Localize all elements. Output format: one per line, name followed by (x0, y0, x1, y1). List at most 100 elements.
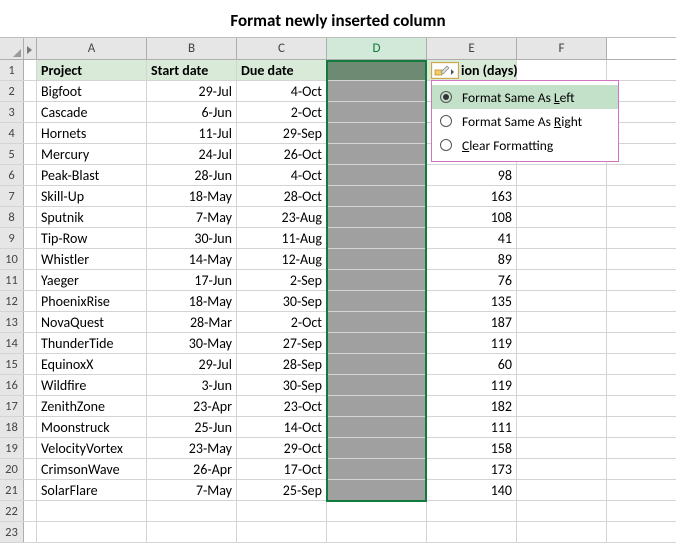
row-number[interactable]: 12 (0, 291, 24, 311)
cell-start-date[interactable]: 23-May (147, 438, 237, 458)
cell-f[interactable] (517, 354, 607, 374)
cell-project[interactable]: SolarFlare (37, 480, 147, 500)
cell-new-col[interactable] (327, 207, 427, 227)
cell-new-col[interactable] (327, 375, 427, 395)
cell-f[interactable] (517, 459, 607, 479)
select-all-corner[interactable] (0, 38, 24, 59)
cell-project[interactable]: ThunderTide (37, 333, 147, 353)
cell-start-date[interactable]: 28-Jun (147, 165, 237, 185)
row-number[interactable]: 9 (0, 228, 24, 248)
row-number[interactable]: 2 (0, 81, 24, 101)
cell-project[interactable]: Sputnik (37, 207, 147, 227)
header-project[interactable]: Project (37, 60, 147, 80)
row-number[interactable]: 13 (0, 312, 24, 332)
cell-start-date[interactable]: 18-May (147, 291, 237, 311)
header-new-col[interactable] (327, 60, 427, 80)
cell-start-date[interactable]: 18-May (147, 186, 237, 206)
cell[interactable] (147, 522, 237, 542)
cell-project[interactable]: Hornets (37, 123, 147, 143)
row-number[interactable]: 8 (0, 207, 24, 227)
cell-due-date[interactable]: 28-Oct (237, 186, 327, 206)
cell-new-col[interactable] (327, 459, 427, 479)
option-format-same-as-right[interactable]: Format Same As Right (432, 109, 618, 133)
cell-project[interactable]: NovaQuest (37, 312, 147, 332)
cell[interactable] (237, 522, 327, 542)
cell-start-date[interactable]: 3-Jun (147, 375, 237, 395)
cell-duration[interactable]: 163 (427, 186, 517, 206)
cell-start-date[interactable]: 30-Jun (147, 228, 237, 248)
cell-duration[interactable]: 89 (427, 249, 517, 269)
cell-due-date[interactable]: 14-Oct (237, 417, 327, 437)
row-number[interactable]: 11 (0, 270, 24, 290)
row-number[interactable]: 16 (0, 375, 24, 395)
cell-project[interactable]: CrimsonWave (37, 459, 147, 479)
cell-duration[interactable]: 98 (427, 165, 517, 185)
row-number[interactable]: 20 (0, 459, 24, 479)
cell-new-col[interactable] (327, 333, 427, 353)
cell[interactable] (237, 501, 327, 521)
col-header-E[interactable]: E (427, 38, 517, 59)
cell[interactable] (327, 501, 427, 521)
cell-new-col[interactable] (327, 417, 427, 437)
cell-due-date[interactable]: 30-Sep (237, 375, 327, 395)
cell-duration[interactable]: 108 (427, 207, 517, 227)
cell-start-date[interactable]: 26-Apr (147, 459, 237, 479)
cell-start-date[interactable]: 14-May (147, 249, 237, 269)
cell-start-date[interactable]: 7-May (147, 480, 237, 500)
col-header-D[interactable]: D (327, 38, 427, 59)
header-start-date[interactable]: Start date (147, 60, 237, 80)
cell-new-col[interactable] (327, 228, 427, 248)
cell-f[interactable] (517, 165, 607, 185)
cell-new-col[interactable] (327, 270, 427, 290)
header-due-date[interactable]: Due date (237, 60, 327, 80)
cell-project[interactable]: PhoenixRise (37, 291, 147, 311)
cell-start-date[interactable]: 29-Jul (147, 81, 237, 101)
cell-start-date[interactable]: 23-Apr (147, 396, 237, 416)
cell-duration[interactable]: 173 (427, 459, 517, 479)
col-header-F[interactable]: F (517, 38, 607, 59)
cell-f[interactable] (517, 438, 607, 458)
cell-project[interactable]: ZenithZone (37, 396, 147, 416)
option-clear-formatting[interactable]: Clear Formatting (432, 133, 618, 157)
cell-due-date[interactable]: 23-Oct (237, 396, 327, 416)
cell-new-col[interactable] (327, 81, 427, 101)
cell-due-date[interactable]: 4-Oct (237, 81, 327, 101)
cell[interactable] (37, 522, 147, 542)
cell-due-date[interactable]: 4-Oct (237, 165, 327, 185)
header-f[interactable] (517, 60, 607, 80)
cell-f[interactable] (517, 396, 607, 416)
cell-f[interactable] (517, 417, 607, 437)
cell-duration[interactable]: 111 (427, 417, 517, 437)
row-number[interactable]: 7 (0, 186, 24, 206)
cell-due-date[interactable]: 23-Aug (237, 207, 327, 227)
cell-project[interactable]: Cascade (37, 102, 147, 122)
row-expand-triangle[interactable] (24, 38, 37, 59)
cell-start-date[interactable]: 17-Jun (147, 270, 237, 290)
cell-duration[interactable]: 60 (427, 354, 517, 374)
cell[interactable] (427, 501, 517, 521)
cell[interactable] (427, 522, 517, 542)
col-header-B[interactable]: B (147, 38, 237, 59)
cell-duration[interactable]: 119 (427, 375, 517, 395)
cell-new-col[interactable] (327, 165, 427, 185)
cell-start-date[interactable]: 28-Mar (147, 312, 237, 332)
cell-new-col[interactable] (327, 438, 427, 458)
cell-new-col[interactable] (327, 144, 427, 164)
cell-due-date[interactable]: 26-Oct (237, 144, 327, 164)
cell-duration[interactable]: 135 (427, 291, 517, 311)
cell-due-date[interactable]: 28-Sep (237, 354, 327, 374)
row-number[interactable]: 21 (0, 480, 24, 500)
cell-start-date[interactable]: 7-May (147, 207, 237, 227)
cell-due-date[interactable]: 25-Sep (237, 480, 327, 500)
cell-start-date[interactable]: 6-Jun (147, 102, 237, 122)
cell-new-col[interactable] (327, 291, 427, 311)
cell-due-date[interactable]: 11-Aug (237, 228, 327, 248)
cell-new-col[interactable] (327, 123, 427, 143)
cell-project[interactable]: Mercury (37, 144, 147, 164)
cell[interactable] (517, 501, 607, 521)
cell-duration[interactable]: 119 (427, 333, 517, 353)
cell-f[interactable] (517, 270, 607, 290)
cell-f[interactable] (517, 249, 607, 269)
row-number[interactable]: 10 (0, 249, 24, 269)
cell-f[interactable] (517, 207, 607, 227)
